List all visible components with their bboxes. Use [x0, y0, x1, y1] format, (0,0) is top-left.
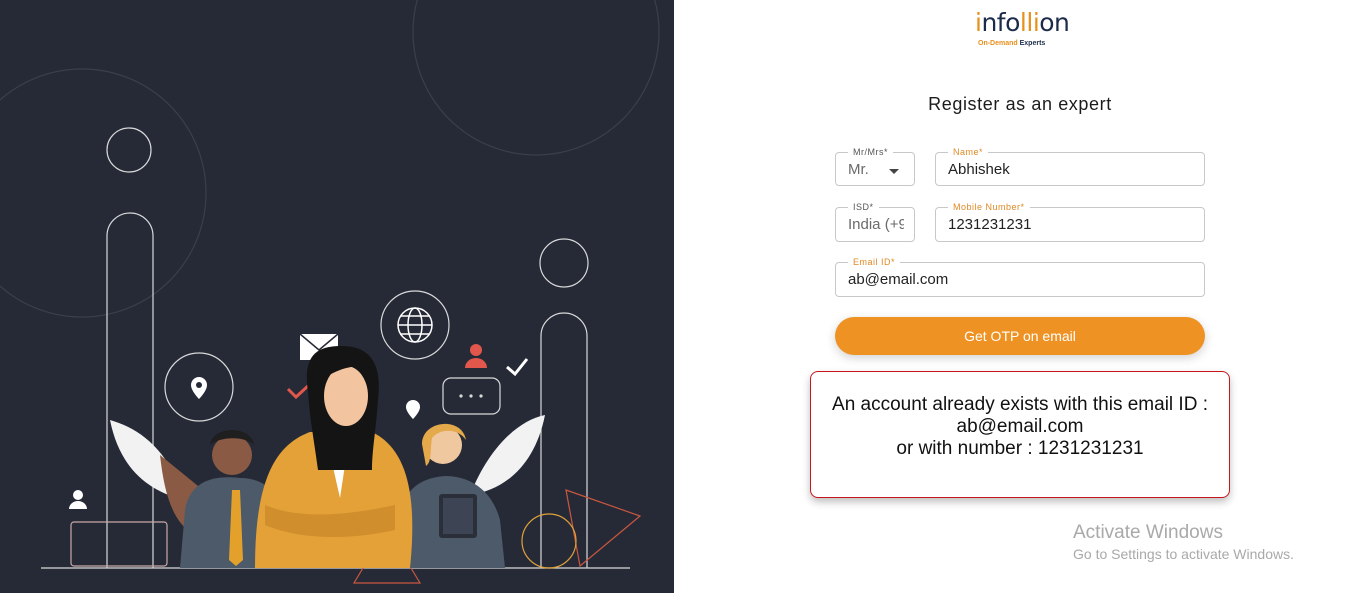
- map-pin-dot: [196, 382, 202, 388]
- deco-circle-small: [106, 127, 152, 173]
- name-value: Abhishek: [948, 160, 1010, 178]
- user-icon-red: [465, 344, 487, 368]
- user-icon-white: [69, 490, 87, 509]
- globe-icon: [397, 307, 433, 343]
- deco-circle-left: [0, 68, 207, 318]
- account-exists-alert: An account already exists with this emai…: [810, 371, 1230, 498]
- illustration-panel: [0, 0, 674, 593]
- mobile-number-field[interactable]: Mobile Number* 1231231231: [935, 200, 1205, 242]
- salutation-select[interactable]: Mr/Mrs* Mr.: [835, 145, 915, 186]
- team-illustration: [0, 0, 660, 584]
- pillar-right: [540, 312, 588, 568]
- email-value: ab@email.com: [848, 271, 949, 288]
- logo-tagline: On-Demand Experts: [978, 40, 1045, 47]
- chat-bubble-icon: [442, 377, 501, 415]
- salutation-value: Mr.: [848, 160, 869, 178]
- logo-letters-ll: ll: [1019, 8, 1033, 37]
- watermark-subtitle: Go to Settings to activate Windows.: [1073, 546, 1294, 562]
- deco-triangle-right: [565, 489, 642, 568]
- brand-logo: infollion On-Demand Experts: [975, 8, 1070, 52]
- logo-wordmark: infollion: [975, 8, 1070, 38]
- leaf-right: [470, 415, 545, 495]
- logo-tagline-rest: Experts: [1017, 40, 1046, 47]
- watermark-title: Activate Windows: [1073, 522, 1223, 543]
- checkmark-icon-white: [506, 358, 529, 377]
- checkmark-icon-red: [286, 383, 311, 400]
- page-title: Register as an expert: [928, 94, 1112, 114]
- logo-letters-nfo: nfo: [981, 8, 1020, 37]
- isd-select[interactable]: ISD* India (+9: [835, 200, 915, 242]
- get-otp-button[interactable]: Get OTP on email: [835, 317, 1205, 355]
- windows-activation-watermark: Activate Windows Go to Settings to activ…: [1073, 522, 1294, 564]
- logo-tagline-first: On-Demand: [978, 40, 1018, 47]
- deco-circle-yellow: [521, 513, 577, 569]
- dropdown-caret-icon: [889, 169, 899, 174]
- person-woman-center: [255, 346, 413, 568]
- deco-circle-large: [412, 0, 660, 156]
- logo-letters-on: on: [1039, 8, 1070, 37]
- name-field[interactable]: Name* Abhishek: [935, 145, 1205, 186]
- deco-circle-small-right: [539, 238, 589, 288]
- alert-line-3: or with number : 1231231231: [896, 438, 1144, 459]
- mobile-number-value: 1231231231: [948, 216, 1032, 233]
- alert-line-1: An account already exists with this emai…: [832, 394, 1208, 415]
- map-pin-icon-small: [406, 400, 420, 419]
- isd-value: India (+9: [848, 216, 904, 233]
- alert-line-2: ab@email.com: [956, 416, 1084, 437]
- email-field[interactable]: Email ID* ab@email.com: [835, 255, 1205, 297]
- pillar-left: [106, 212, 154, 568]
